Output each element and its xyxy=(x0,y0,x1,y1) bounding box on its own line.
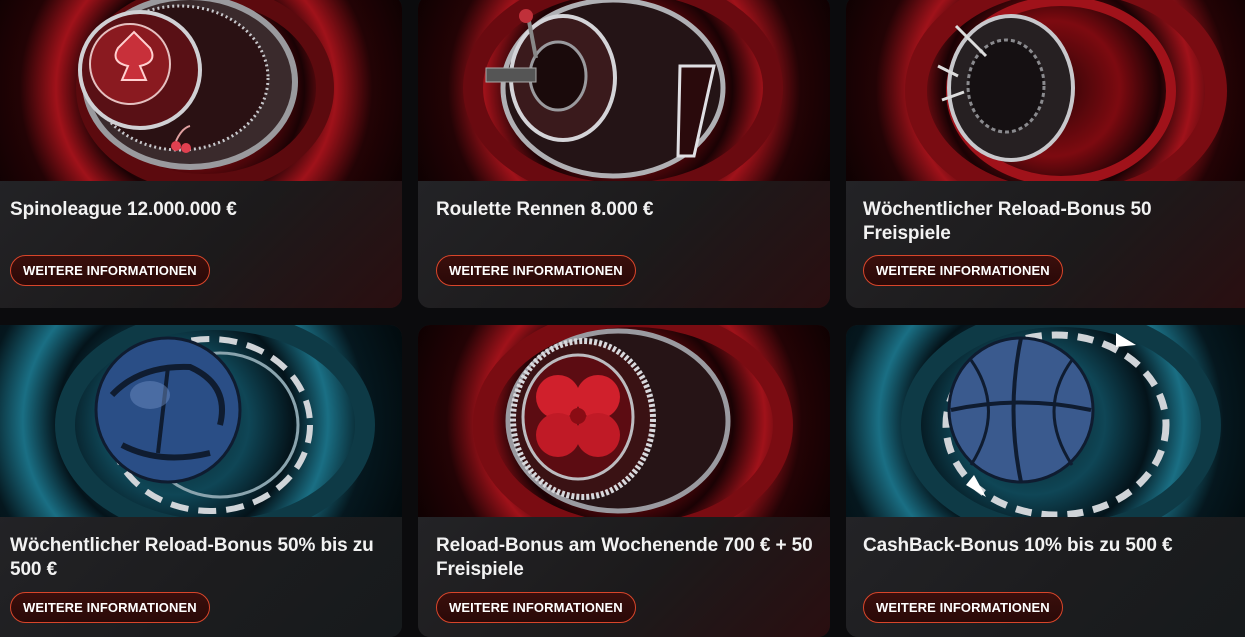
promo-card-weekly-reload-50[interactable]: Wöchentlicher Reload-Bonus 50% bis zu 50… xyxy=(0,325,402,637)
promo-title: Wöchentlicher Reload-Bonus 50 Freispiele xyxy=(863,199,1152,244)
soccer-ball-icon xyxy=(55,325,375,517)
promo-card-cashback[interactable]: CashBack-Bonus 10% bis zu 500 € WEITERE … xyxy=(846,325,1245,637)
promo-title: CashBack-Bonus 10% bis zu 500 € xyxy=(863,535,1173,556)
more-info-button[interactable]: WEITERE INFORMATIONEN xyxy=(436,255,636,286)
promo-image xyxy=(0,325,402,517)
slot-reel-lever-icon xyxy=(905,0,1227,181)
promo-image xyxy=(418,325,830,517)
promo-title: Reload-Bonus am Wochenende 700 € + 50 Fr… xyxy=(436,535,813,580)
promo-title: Wöchentlicher Reload-Bonus 50% bis zu 50… xyxy=(10,535,374,580)
promo-image xyxy=(846,325,1245,517)
promo-title: Roulette Rennen 8.000 € xyxy=(436,199,654,220)
slot-reel-spade-icon xyxy=(76,0,334,181)
promo-image xyxy=(846,0,1245,181)
promo-image xyxy=(0,0,402,181)
more-info-button[interactable]: WEITERE INFORMATIONEN xyxy=(10,592,210,623)
promo-card-weekend-reload[interactable]: Reload-Bonus am Wochenende 700 € + 50 Fr… xyxy=(418,325,830,637)
more-info-button[interactable]: WEITERE INFORMATIONEN xyxy=(436,592,636,623)
more-info-button[interactable]: WEITERE INFORMATIONEN xyxy=(863,255,1063,286)
more-info-button[interactable]: WEITERE INFORMATIONEN xyxy=(10,255,210,286)
basketball-icon xyxy=(901,325,1221,517)
promo-card-roulette-rennen[interactable]: Roulette Rennen 8.000 € WEITERE INFORMAT… xyxy=(418,0,830,308)
promo-title: Spinoleague 12.000.000 € xyxy=(10,199,237,220)
slot-machine-lever-icon xyxy=(463,0,783,181)
promo-image xyxy=(418,0,830,181)
clover-reel-icon xyxy=(473,325,793,517)
more-info-button[interactable]: WEITERE INFORMATIONEN xyxy=(863,592,1063,623)
promo-card-weekly-reload-freispiele[interactable]: Wöchentlicher Reload-Bonus 50 Freispiele… xyxy=(846,0,1245,308)
promo-card-spinoleague[interactable]: Spinoleague 12.000.000 € WEITERE INFORMA… xyxy=(0,0,402,308)
